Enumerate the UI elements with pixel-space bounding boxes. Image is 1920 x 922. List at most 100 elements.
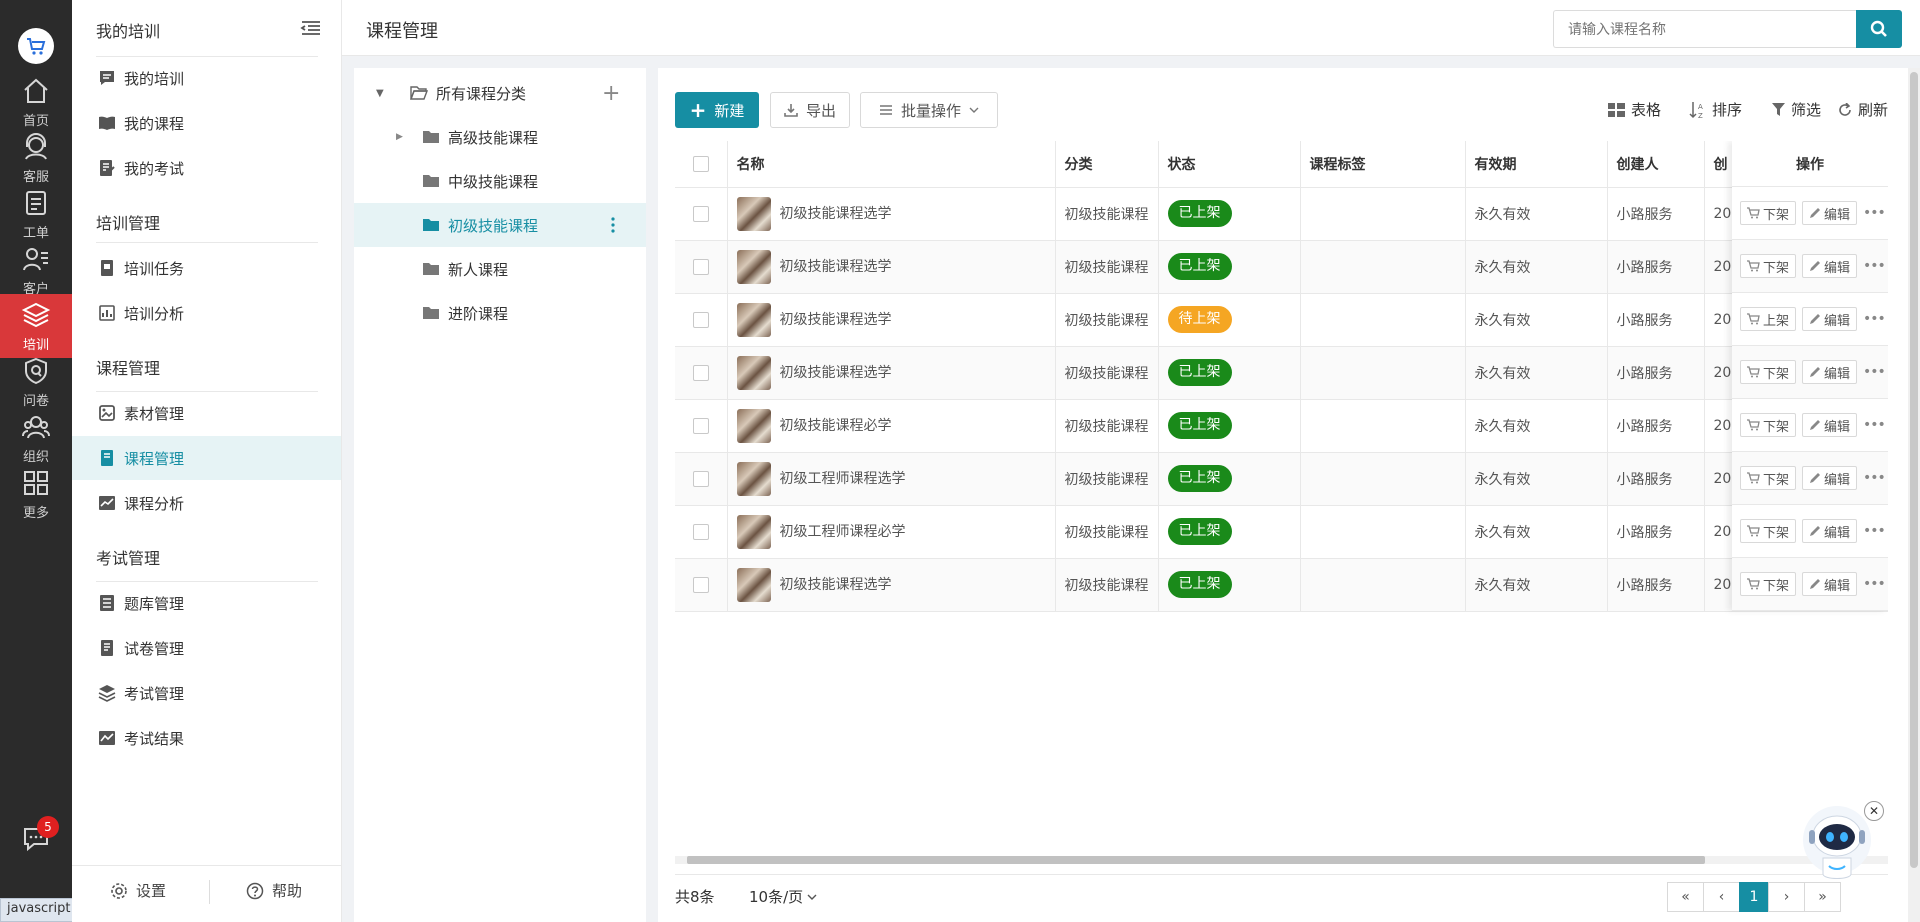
shelf-toggle-button[interactable]: 上架 — [1740, 307, 1797, 331]
vertical-scroll-thumb[interactable] — [1910, 72, 1918, 868]
course-name[interactable]: 初级技能课程选学 — [780, 365, 892, 381]
menu-item-exam-results[interactable]: 考试结果 — [72, 716, 341, 760]
rail-item-customer[interactable]: 客户 — [0, 238, 72, 302]
edit-button[interactable]: 编辑 — [1802, 254, 1858, 278]
batch-actions-dropdown[interactable]: 批量操作 — [860, 92, 998, 128]
tree-root[interactable]: ▼ 所有课程分类 + — [354, 71, 646, 115]
rail-item-training[interactable]: 培训 — [0, 294, 72, 358]
more-options-icon[interactable]: ••• — [1863, 205, 1886, 221]
shelf-toggle-button[interactable]: 下架 — [1740, 254, 1797, 278]
new-course-button[interactable]: + 新建 — [675, 92, 759, 128]
menu-item-my-courses[interactable]: 我的课程 — [72, 101, 341, 145]
rail-item-messages[interactable] — [0, 808, 72, 868]
column-header-creator[interactable]: 创建人 — [1607, 141, 1705, 188]
table-row[interactable]: 初级技能课程选学 初级技能课程 待上架 永久有效 小路服务 20 — [675, 293, 1888, 347]
row-checkbox[interactable] — [692, 205, 709, 222]
cart-logo-icon[interactable] — [18, 28, 54, 64]
export-button[interactable]: 导出 — [770, 92, 850, 128]
rail-item-survey[interactable]: 问卷 — [0, 350, 72, 414]
rail-item-ticket[interactable]: 工单 — [0, 182, 72, 246]
more-options-icon[interactable]: ••• — [1863, 523, 1886, 539]
course-name[interactable]: 初级技能课程选学 — [780, 206, 892, 222]
row-checkbox[interactable] — [692, 364, 709, 381]
shelf-toggle-button[interactable]: 下架 — [1740, 572, 1797, 596]
vertical-scrollbar[interactable] — [1908, 68, 1920, 922]
row-checkbox[interactable] — [692, 523, 709, 540]
rail-item-home[interactable]: 首页 — [0, 70, 72, 134]
prev-page-button[interactable]: ‹ — [1703, 882, 1740, 912]
more-options-icon[interactable]: ••• — [1863, 258, 1886, 274]
more-options-icon[interactable]: ••• — [1863, 470, 1886, 486]
filter-button[interactable]: 筛选 — [1772, 99, 1821, 120]
tree-node-beginner[interactable]: 初级技能课程 — [354, 203, 646, 247]
menu-item-training-tasks[interactable]: 培训任务 — [72, 246, 341, 290]
horizontal-scroll-thumb[interactable] — [687, 856, 1705, 864]
table-row[interactable]: 初级技能课程选学 初级技能课程 已上架 永久有效 小路服务 20 — [675, 346, 1888, 400]
kebab-menu-icon[interactable] — [610, 217, 616, 233]
column-header-category[interactable]: 分类 — [1055, 141, 1159, 188]
search-button[interactable] — [1856, 10, 1902, 48]
horizontal-scrollbar[interactable] — [675, 856, 1888, 864]
menu-item-course-analysis[interactable]: 课程分析 — [72, 481, 341, 525]
rail-item-more[interactable]: 更多 — [0, 462, 72, 526]
shelf-toggle-button[interactable]: 下架 — [1740, 413, 1797, 437]
more-options-icon[interactable]: ••• — [1863, 417, 1886, 433]
column-header-tags[interactable]: 课程标签 — [1300, 141, 1466, 188]
course-name[interactable]: 初级工程师课程选学 — [780, 471, 906, 487]
shelf-toggle-button[interactable]: 下架 — [1740, 201, 1797, 225]
current-page-button[interactable]: 1 — [1739, 882, 1769, 912]
table-row[interactable]: 初级技能课程选学 初级技能课程 已上架 永久有效 小路服务 20 — [675, 558, 1888, 612]
row-checkbox[interactable] — [692, 311, 709, 328]
course-search-input[interactable] — [1553, 10, 1856, 48]
row-checkbox[interactable] — [692, 576, 709, 593]
course-name[interactable]: 初级技能课程选学 — [780, 259, 892, 275]
select-all-checkbox[interactable] — [692, 155, 709, 172]
add-category-icon[interactable]: + — [602, 81, 620, 106]
more-options-icon[interactable]: ••• — [1863, 364, 1886, 380]
row-checkbox[interactable] — [692, 258, 709, 275]
menu-item-test-papers[interactable]: 试卷管理 — [72, 626, 341, 670]
table-row[interactable]: 初级工程师课程选学 初级技能课程 已上架 永久有效 小路服务 20 — [675, 452, 1888, 506]
menu-item-my-training[interactable]: 我的培训 — [72, 56, 341, 100]
column-header-status[interactable]: 状态 — [1158, 141, 1301, 188]
tree-node-advanced-path[interactable]: 进阶课程 — [354, 291, 646, 335]
edit-button[interactable]: 编辑 — [1802, 307, 1858, 331]
tree-node-advanced[interactable]: ▶ 高级技能课程 — [354, 115, 646, 159]
edit-button[interactable]: 编辑 — [1802, 572, 1858, 596]
page-size-select[interactable]: 10条/页 — [749, 886, 817, 907]
edit-button[interactable]: 编辑 — [1802, 201, 1858, 225]
shelf-toggle-button[interactable]: 下架 — [1740, 360, 1797, 384]
refresh-button[interactable]: 刷新 — [1838, 99, 1888, 120]
first-page-button[interactable]: « — [1667, 882, 1704, 912]
caret-right-icon[interactable]: ▶ — [396, 132, 408, 142]
shelf-toggle-button[interactable]: 下架 — [1740, 519, 1797, 543]
course-name[interactable]: 初级技能课程选学 — [780, 312, 892, 328]
column-header-name[interactable]: 名称 — [727, 141, 1056, 188]
more-options-icon[interactable]: ••• — [1863, 576, 1886, 592]
more-options-icon[interactable]: ••• — [1863, 311, 1886, 327]
table-view-button[interactable]: 表格 — [1608, 99, 1661, 120]
caret-down-icon[interactable]: ▼ — [376, 88, 398, 99]
menu-item-exam-management[interactable]: 考试管理 — [72, 671, 341, 715]
sort-button[interactable]: AZ 排序 — [1689, 99, 1742, 120]
table-row[interactable]: 初级技能课程必学 初级技能课程 已上架 永久有效 小路服务 20 — [675, 399, 1888, 453]
rail-item-service[interactable]: 客服 — [0, 126, 72, 190]
row-checkbox[interactable] — [692, 470, 709, 487]
next-page-button[interactable]: › — [1768, 882, 1805, 912]
rail-item-org[interactable]: 组织 — [0, 406, 72, 470]
settings-button[interactable]: 设置 — [110, 880, 166, 901]
menu-item-training-analysis[interactable]: 培训分析 — [72, 291, 341, 335]
table-row[interactable]: 初级技能课程选学 初级技能课程 已上架 永久有效 小路服务 20 — [675, 240, 1888, 294]
edit-button[interactable]: 编辑 — [1802, 360, 1858, 384]
table-row[interactable]: 初级工程师课程必学 初级技能课程 已上架 永久有效 小路服务 20 — [675, 505, 1888, 559]
column-header-validity[interactable]: 有效期 — [1465, 141, 1608, 188]
course-name[interactable]: 初级技能课程选学 — [780, 577, 892, 593]
menu-item-my-exams[interactable]: 我的考试 — [72, 146, 341, 190]
table-row[interactable]: 初级技能课程选学 初级技能课程 已上架 永久有效 小路服务 20 — [675, 187, 1888, 241]
course-name[interactable]: 初级工程师课程必学 — [780, 524, 906, 540]
edit-button[interactable]: 编辑 — [1802, 519, 1858, 543]
edit-button[interactable]: 编辑 — [1802, 466, 1858, 490]
menu-item-question-bank[interactable]: 题库管理 — [72, 581, 341, 625]
course-name[interactable]: 初级技能课程必学 — [780, 418, 892, 434]
close-assistant-button[interactable]: ✕ — [1864, 801, 1884, 821]
